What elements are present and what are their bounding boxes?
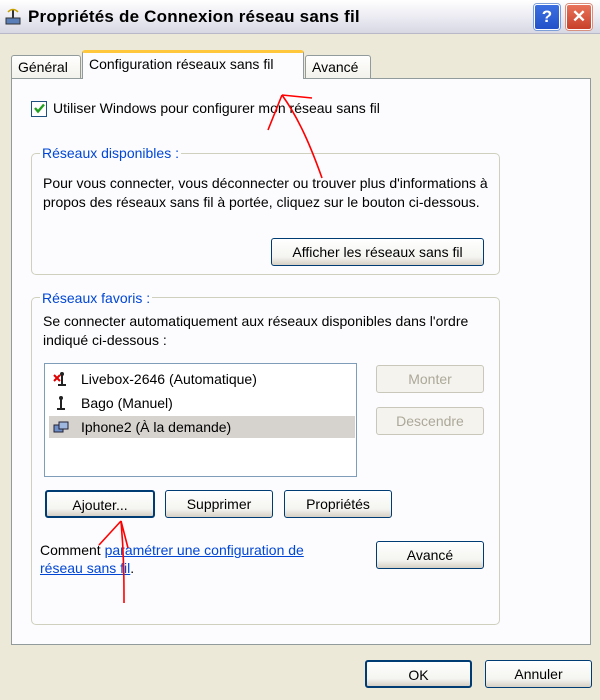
network-label: Iphone2 (À la demande) <box>81 419 232 435</box>
close-button[interactable]: ✕ <box>566 4 592 30</box>
list-item[interactable]: Bago (Manuel) <box>49 392 355 414</box>
help-button[interactable]: ? <box>534 4 560 30</box>
show-wireless-networks-button[interactable]: Afficher les réseaux sans fil <box>271 238 484 266</box>
adhoc-network-icon <box>53 419 69 435</box>
move-down-button[interactable]: Descendre <box>376 407 484 435</box>
list-item[interactable]: Iphone2 (À la demande) <box>49 416 355 438</box>
help-comment: Comment paramétrer une configuration de … <box>40 541 350 577</box>
network-label: Livebox-2646 (Automatique) <box>81 371 257 387</box>
preferred-networks-legend: Réseaux favoris : <box>40 290 153 306</box>
network-label: Bago (Manuel) <box>81 395 173 411</box>
available-networks-description: Pour vous connecter, vous déconnecter ou… <box>43 175 488 210</box>
window-title: Propriétés de Connexion réseau sans fil <box>28 7 360 26</box>
advanced-button[interactable]: Avancé <box>376 541 484 569</box>
move-up-button[interactable]: Monter <box>376 365 484 393</box>
use-windows-checkbox[interactable] <box>31 101 47 117</box>
network-antenna-icon <box>53 395 69 411</box>
available-networks-legend: Réseaux disponibles : <box>40 145 181 161</box>
network-antenna-red-x-icon <box>53 371 69 387</box>
checkmark-icon <box>33 102 46 115</box>
preferred-networks-list[interactable]: Livebox-2646 (Automatique) Bago (Manuel)… <box>44 363 357 477</box>
preferred-networks-description: Se connecter automatiquement aux réseaux… <box>43 313 469 348</box>
tab-wireless-configuration[interactable]: Configuration réseaux sans fil <box>82 50 304 79</box>
tab-general[interactable]: Général <box>11 55 81 79</box>
ok-button[interactable]: OK <box>365 660 472 688</box>
list-item[interactable]: Livebox-2646 (Automatique) <box>49 368 355 390</box>
remove-button[interactable]: Supprimer <box>165 490 273 518</box>
tab-advanced[interactable]: Avancé <box>305 55 371 79</box>
add-button[interactable]: Ajouter... <box>45 490 155 518</box>
title-bar: Propriétés de Connexion réseau sans fil … <box>0 0 600 34</box>
cancel-button[interactable]: Annuler <box>485 660 592 688</box>
comment-prefix: Comment <box>40 542 105 558</box>
network-connection-icon <box>4 7 26 27</box>
comment-suffix: . <box>130 560 135 576</box>
use-windows-checkbox-label[interactable]: Utiliser Windows pour configurer mon rés… <box>53 100 380 116</box>
properties-button[interactable]: Propriétés <box>284 490 392 518</box>
